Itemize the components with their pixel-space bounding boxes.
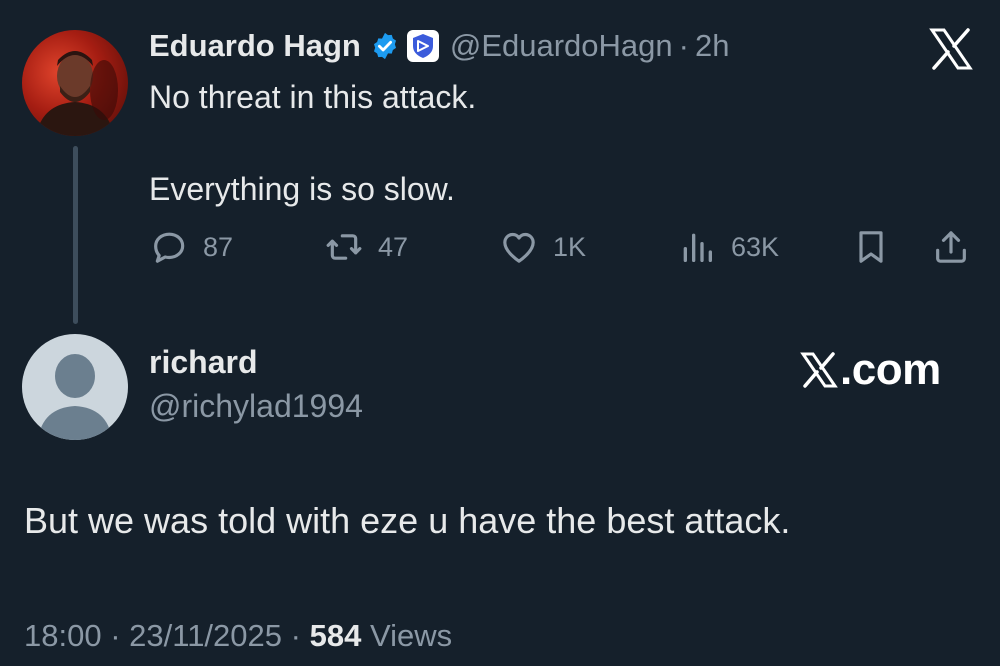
avatar[interactable] bbox=[22, 30, 128, 136]
retweet-button[interactable]: 47 bbox=[324, 222, 408, 272]
retweet-icon bbox=[326, 234, 362, 260]
reply-text: But we was told with eze u have the best… bbox=[24, 500, 791, 541]
tweet-screenshot: Eduardo Hagn @EduardoHagn · 2h No threat… bbox=[0, 0, 1000, 666]
user-avatar-photo bbox=[36, 51, 118, 136]
reply-button[interactable]: 87 bbox=[149, 222, 233, 272]
like-count: 1K bbox=[553, 231, 587, 262]
watermark-text: .com bbox=[840, 345, 941, 394]
like-button[interactable]: 1K bbox=[499, 222, 586, 272]
reply-author-handle[interactable]: @richylad1994 bbox=[149, 388, 363, 425]
views-chart-icon bbox=[683, 233, 712, 262]
separator-dot: · bbox=[290, 618, 301, 653]
separator-dot: · bbox=[678, 28, 689, 63]
reply-date[interactable]: 23/11/2025 bbox=[129, 618, 282, 653]
thread-connector-line bbox=[73, 146, 78, 324]
default-avatar[interactable] bbox=[22, 334, 128, 440]
reply-author-name[interactable]: richard bbox=[149, 344, 257, 381]
reply-count: 87 bbox=[203, 231, 234, 262]
views-button[interactable]: 63K bbox=[677, 222, 779, 272]
tweet-timestamp[interactable]: 2h bbox=[695, 28, 729, 64]
x-logo-icon bbox=[800, 352, 838, 388]
reply-icon bbox=[154, 232, 185, 263]
separator-dot: · bbox=[110, 618, 121, 653]
views-count: 63K bbox=[731, 231, 780, 262]
tweet-actions: 87 47 1K 63K bbox=[149, 222, 979, 272]
reply-time[interactable]: 18:00 bbox=[24, 618, 102, 653]
bookmark-button[interactable] bbox=[851, 222, 891, 272]
reply-views-count: 584 bbox=[309, 618, 362, 653]
author-name[interactable]: Eduardo Hagn bbox=[149, 28, 361, 64]
heart-icon bbox=[503, 232, 535, 263]
tweet-header: Eduardo Hagn @EduardoHagn · 2h bbox=[149, 24, 729, 68]
x-logo-icon[interactable] bbox=[928, 26, 974, 72]
reply-meta: 18:00 · 23/11/2025 · 584 Views bbox=[24, 618, 452, 654]
share-button[interactable] bbox=[931, 222, 971, 272]
bookmark-icon bbox=[859, 231, 883, 263]
share-icon bbox=[936, 231, 966, 263]
verified-badge-icon bbox=[370, 31, 400, 61]
retweet-count: 47 bbox=[378, 231, 409, 262]
x-com-watermark: .com bbox=[800, 342, 941, 398]
author-handle[interactable]: @EduardoHagn bbox=[450, 28, 673, 64]
tweet-text: No threat in this attack. Everything is … bbox=[149, 79, 477, 207]
affiliation-badge-icon[interactable] bbox=[406, 29, 440, 63]
reply-views-label: Views bbox=[369, 618, 453, 653]
default-profile-icon bbox=[38, 354, 112, 440]
